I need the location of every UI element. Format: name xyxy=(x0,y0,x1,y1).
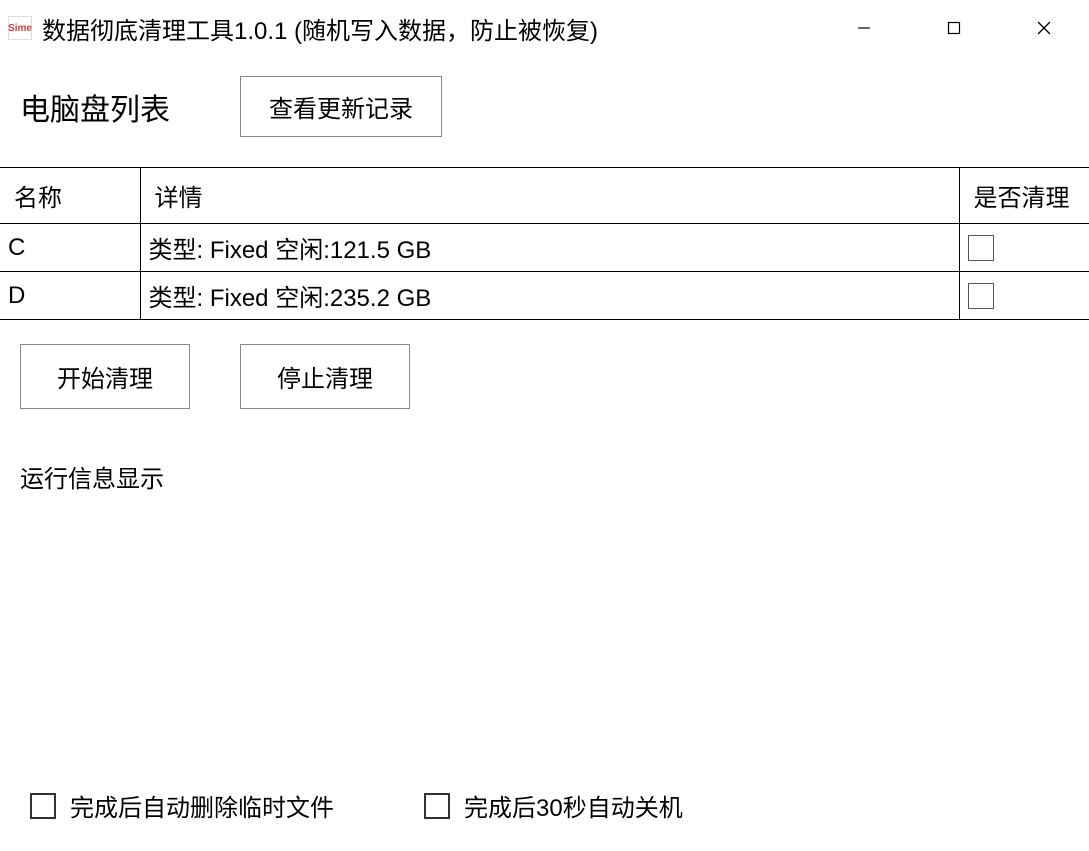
option-label: 完成后30秒自动关机 xyxy=(464,788,683,823)
window-controls xyxy=(819,0,1089,56)
changelog-button[interactable]: 查看更新记录 xyxy=(240,76,442,137)
option-label: 完成后自动删除临时文件 xyxy=(70,788,334,823)
option-auto-shutdown[interactable]: 完成后30秒自动关机 xyxy=(424,788,683,823)
start-clean-button[interactable]: 开始清理 xyxy=(20,344,190,409)
cell-drive-detail: 类型: Fixed 空闲:121.5 GB xyxy=(140,224,959,272)
table-row[interactable]: D 类型: Fixed 空闲:235.2 GB xyxy=(0,272,1089,320)
runtime-info-label: 运行信息显示 xyxy=(20,459,1069,494)
cell-drive-detail: 类型: Fixed 空闲:235.2 GB xyxy=(140,272,959,320)
close-button[interactable] xyxy=(999,0,1089,56)
clean-checkbox[interactable] xyxy=(968,235,994,261)
col-header-clean[interactable]: 是否清理 xyxy=(959,168,1089,224)
maximize-icon xyxy=(947,21,961,35)
minimize-icon xyxy=(857,21,871,35)
cell-drive-clean xyxy=(959,224,1089,272)
cell-drive-name: C xyxy=(0,224,140,272)
section-title: 电脑盘列表 xyxy=(20,85,170,129)
titlebar: Sime 数据彻底清理工具1.0.1 (随机写入数据，防止被恢复) xyxy=(0,0,1089,56)
window-title: 数据彻底清理工具1.0.1 (随机写入数据，防止被恢复) xyxy=(42,11,819,46)
app-icon: Sime xyxy=(8,16,32,40)
cell-drive-clean xyxy=(959,272,1089,320)
stop-clean-button[interactable]: 停止清理 xyxy=(240,344,410,409)
col-header-detail[interactable]: 详情 xyxy=(140,168,959,224)
checkbox-icon xyxy=(424,793,450,819)
content-area: 电脑盘列表 查看更新记录 名称 详情 是否清理 C 类型: Fixed 空闲:1… xyxy=(0,56,1089,494)
table-header-row: 名称 详情 是否清理 xyxy=(0,168,1089,224)
table-row[interactable]: C 类型: Fixed 空闲:121.5 GB xyxy=(0,224,1089,272)
checkbox-icon xyxy=(30,793,56,819)
disk-table-wrap: 名称 详情 是否清理 C 类型: Fixed 空闲:121.5 GB D 类型:… xyxy=(0,167,1089,320)
action-row: 开始清理 停止清理 xyxy=(20,344,1069,409)
maximize-button[interactable] xyxy=(909,0,999,56)
close-icon xyxy=(1036,20,1052,36)
option-auto-delete-temp[interactable]: 完成后自动删除临时文件 xyxy=(30,788,334,823)
col-header-name[interactable]: 名称 xyxy=(0,168,140,224)
disk-table: 名称 详情 是否清理 C 类型: Fixed 空闲:121.5 GB D 类型:… xyxy=(0,167,1089,320)
minimize-button[interactable] xyxy=(819,0,909,56)
header-row: 电脑盘列表 查看更新记录 xyxy=(20,76,1069,137)
bottom-options: 完成后自动删除临时文件 完成后30秒自动关机 xyxy=(30,788,683,823)
clean-checkbox[interactable] xyxy=(968,283,994,309)
cell-drive-name: D xyxy=(0,272,140,320)
